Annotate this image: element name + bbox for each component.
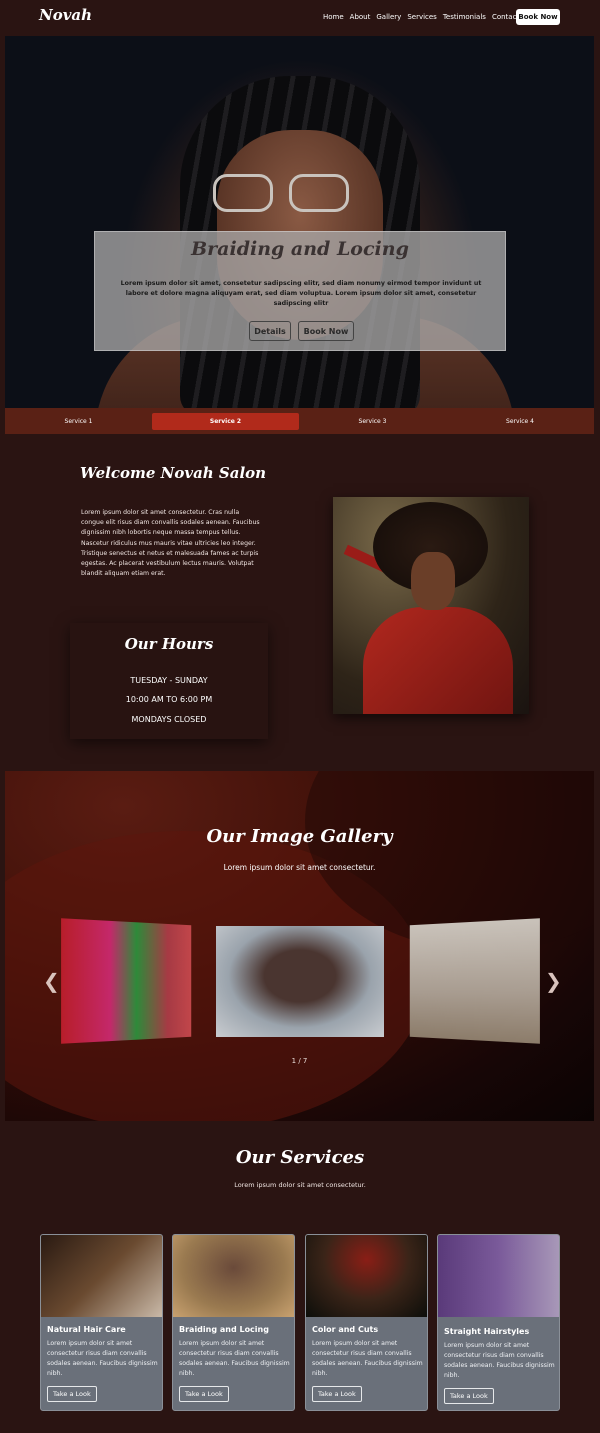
nav-link-testimonials[interactable]: Testimonials	[443, 13, 486, 21]
services-title: Our Services	[235, 1147, 365, 1168]
hero-image-glasses	[213, 174, 353, 214]
take-a-look-button[interactable]: Take a Look	[312, 1386, 362, 1402]
top-nav: Novah Home About Gallery Services Testim…	[0, 0, 600, 36]
hero-text: Lorem ipsum dolor sit amet, consetetur s…	[120, 280, 482, 308]
hours-closed: MONDAYS CLOSED	[131, 715, 207, 724]
hero-banner: Braiding and Locing Lorem ipsum dolor si…	[5, 36, 594, 408]
gallery-image-prev[interactable]	[61, 918, 192, 1044]
hours-title: Our Hours	[124, 635, 214, 653]
tab-service-4[interactable]: Service 4	[446, 413, 594, 430]
hero-details-button[interactable]: Details	[249, 321, 291, 341]
chevron-left-icon[interactable]: ❮	[43, 969, 60, 993]
take-a-look-button[interactable]: Take a Look	[179, 1386, 229, 1402]
take-a-look-button[interactable]: Take a Look	[444, 1388, 494, 1404]
service-card: Color and Cuts Lorem ipsum dolor sit ame…	[305, 1234, 428, 1411]
nav-link-home[interactable]: Home	[323, 13, 344, 21]
nav-link-services[interactable]: Services	[407, 13, 437, 21]
nav-links: Home About Gallery Services Testimonials…	[323, 13, 519, 21]
nav-link-about[interactable]: About	[350, 13, 371, 21]
tab-service-2[interactable]: Service 2	[152, 413, 299, 430]
hours-days: TUESDAY - SUNDAY	[130, 676, 208, 685]
nav-book-now-button[interactable]: Book Now	[516, 9, 560, 25]
gallery-subtitle: Lorem ipsum dolor sit amet consectetur.	[223, 863, 376, 872]
hero-title: Braiding and Locing	[191, 238, 409, 260]
welcome-image-dress	[363, 607, 513, 714]
tab-service-1[interactable]: Service 1	[5, 413, 152, 430]
service-card-title: Natural Hair Care	[47, 1325, 126, 1334]
take-a-look-button[interactable]: Take a Look	[47, 1386, 97, 1402]
gallery-counter: 1 / 7	[291, 1057, 308, 1065]
gallery-section: Our Image Gallery Lorem ipsum dolor sit …	[5, 771, 594, 1121]
service-card: Straight Hairstyles Lorem ipsum dolor si…	[437, 1234, 560, 1411]
hours-time: 10:00 AM TO 6:00 PM	[125, 695, 213, 704]
welcome-image	[333, 497, 529, 714]
service-card-image	[306, 1235, 427, 1317]
logo[interactable]: Novah	[39, 6, 92, 24]
service-card-text: Lorem ipsum dolor sit amet consectetur r…	[47, 1340, 158, 1377]
chevron-right-icon[interactable]: ❯	[545, 969, 562, 993]
service-tabs: Service 1 Service 2 Service 3 Service 4	[5, 408, 594, 434]
service-card-title: Straight Hairstyles	[444, 1327, 530, 1336]
welcome-image-face	[411, 552, 455, 610]
service-card-text: Lorem ipsum dolor sit amet consectetur r…	[312, 1340, 423, 1377]
services-subtitle: Lorem ipsum dolor sit amet consectetur.	[234, 1181, 366, 1189]
hero-book-now-button[interactable]: Book Now	[298, 321, 354, 341]
service-card-text: Lorem ipsum dolor sit amet consectetur r…	[179, 1340, 290, 1377]
gallery-image-next[interactable]	[409, 918, 540, 1044]
nav-link-gallery[interactable]: Gallery	[376, 13, 401, 21]
service-card-image	[438, 1235, 559, 1317]
service-card-title: Braiding and Locing	[179, 1325, 269, 1334]
gallery-image-current[interactable]	[216, 926, 384, 1037]
gallery-title: Our Image Gallery	[206, 826, 393, 847]
service-card: Braiding and Locing Lorem ipsum dolor si…	[172, 1234, 295, 1411]
service-card: Natural Hair Care Lorem ipsum dolor sit …	[40, 1234, 163, 1411]
welcome-title: Welcome Novah Salon	[80, 464, 267, 482]
hero-card: Braiding and Locing Lorem ipsum dolor si…	[94, 231, 506, 351]
service-card-title: Color and Cuts	[312, 1325, 379, 1334]
service-card-text: Lorem ipsum dolor sit amet consectetur r…	[444, 1342, 555, 1379]
welcome-text: Lorem ipsum dolor sit amet consectetur. …	[81, 509, 260, 578]
hours-card: Our Hours TUESDAY - SUNDAY 10:00 AM TO 6…	[70, 623, 268, 739]
service-card-image	[173, 1235, 294, 1317]
tab-service-3[interactable]: Service 3	[299, 413, 446, 430]
service-card-image	[41, 1235, 162, 1317]
